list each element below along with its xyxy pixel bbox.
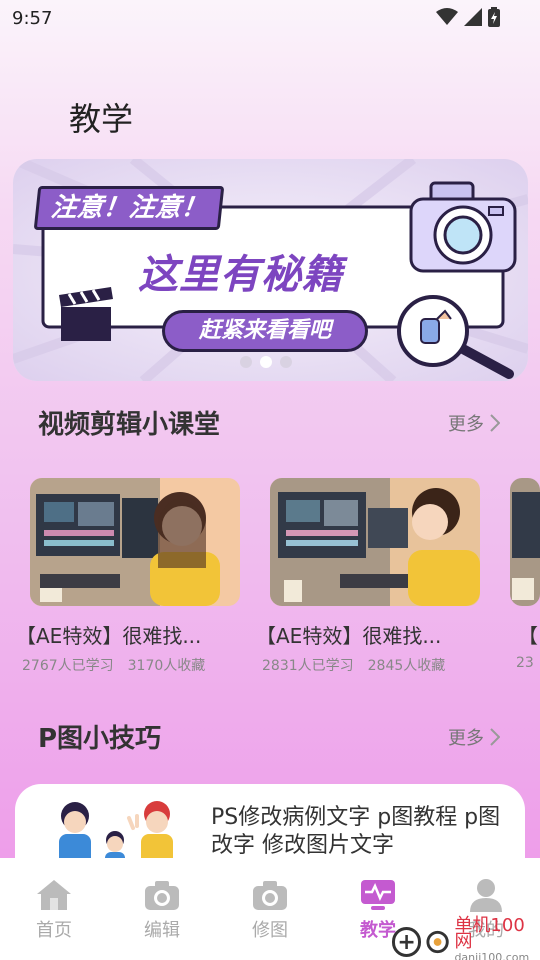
nav-item-home[interactable]: 首页 [0,858,108,960]
wifi-icon [436,8,458,25]
home-icon [37,880,71,910]
watermark-logo: + [392,927,422,957]
course-meta: 2767人已学习 3170人收藏 [22,655,240,675]
clapperboard-icon [59,287,113,341]
nav-item-retouch[interactable]: 修图 [216,858,324,960]
battery-icon [488,7,500,27]
course-thumbnail [270,478,480,606]
course-title: 【 [518,624,538,648]
status-icons [436,7,500,27]
status-bar: 9:57 [0,0,540,38]
pagination-dot[interactable] [280,356,292,368]
section-title-photo: P图小技巧 [38,724,162,754]
watermark-name: 单机100网 [454,915,525,952]
pulse-tv-icon [361,880,395,910]
more-link-photo[interactable]: 更多 [448,724,500,750]
user-icon [470,879,502,912]
chevron-right-icon [490,414,500,432]
course-favorites: 3170人收藏 [127,658,206,674]
course-learners: 2831人已学习 [262,658,354,674]
watermark-url: danji100.com [454,951,530,960]
chevron-right-icon [490,728,500,746]
nav-label: 教学 [360,920,396,941]
camera-icon [145,881,179,910]
nav-label: 编辑 [144,920,180,941]
camera-icon [253,881,287,910]
page-title: 教学 [69,100,134,138]
course-card[interactable]: 【AE特效】很难找... 2831人已学习 2845人收藏 [256,478,480,675]
course-thumbnail [30,478,240,606]
tip-title: PS修改病例文字 p图教程 p图改字 修改图片文字 [211,805,501,858]
watermark-text: 单机100网 danji100.com [454,915,540,960]
more-label: 更多 [448,728,484,749]
section-title-video: 视频剪辑小课堂 [38,410,221,440]
course-thumbnail [510,478,540,606]
course-meta: 2831人已学习 2845人收藏 [262,655,480,675]
course-learners: 23 [516,655,534,671]
course-card[interactable]: 【AE特效】很难找... 2767人已学习 3170人收藏 [16,478,240,675]
course-favorites: 2845人收藏 [367,658,446,674]
course-title: 【AE特效】很难找... [256,624,442,648]
nav-label: 修图 [252,920,288,941]
course-title: 【AE特效】很难找... [16,624,202,648]
more-link-video[interactable]: 更多 [448,410,500,436]
banner-tag: 注意！注意！ [33,186,225,230]
banner-headline: 这里有秘籍 [138,252,343,298]
watermark: + 单机100网 danji100.com [392,915,540,960]
nav-label: 首页 [36,920,72,941]
pagination-dot[interactable] [240,356,252,368]
promo-banner[interactable]: 注意！注意！ 这里有秘籍 赶紧来看看吧 [13,159,528,381]
course-card-partial[interactable]: 【 23 [510,478,540,671]
watermark-ring-icon [426,930,449,954]
banner-cta-button[interactable]: 赶紧来看看吧 [162,310,368,352]
pagination-dot-active[interactable] [260,356,272,368]
banner-pagination [240,356,292,368]
course-learners: 2767人已学习 [22,658,114,674]
course-meta: 23 [516,655,540,671]
signal-icon [464,8,482,26]
nav-item-edit[interactable]: 编辑 [108,858,216,960]
status-time: 9:57 [12,8,53,29]
more-label: 更多 [448,414,484,435]
